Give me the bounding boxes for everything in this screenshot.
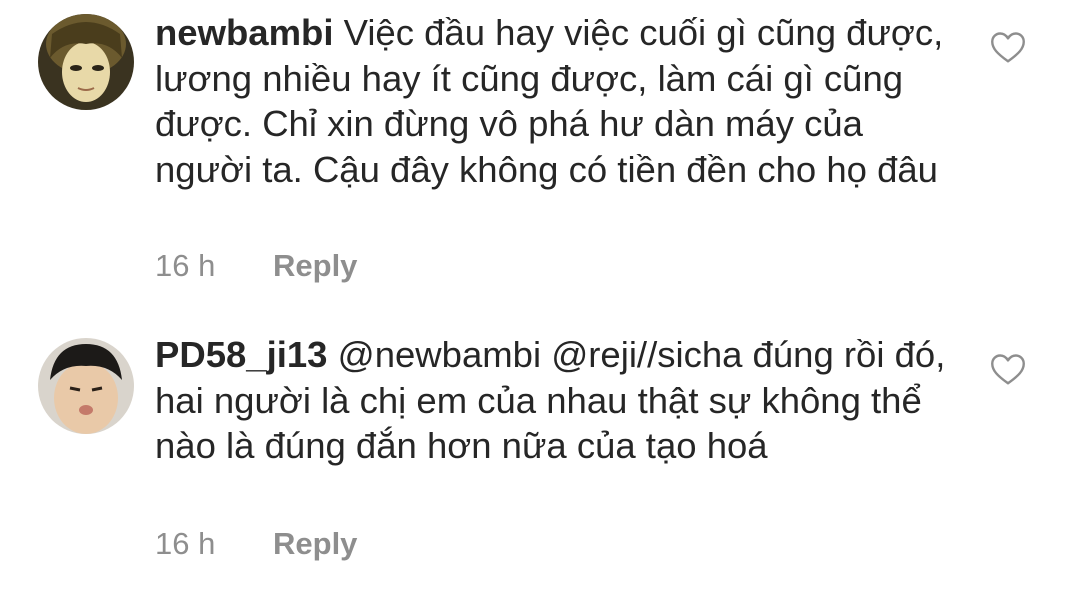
avatar[interactable]	[38, 338, 134, 434]
comment-meta: 16 h Reply	[155, 526, 357, 562]
comment-timestamp: 16 h	[155, 526, 216, 561]
reply-button[interactable]: Reply	[273, 248, 357, 283]
comment-text-block: newbambi Việc đầu hay việc cuối gì cũng …	[155, 10, 955, 192]
heart-outline-icon	[991, 354, 1025, 385]
like-button[interactable]	[990, 352, 1026, 386]
comment-username[interactable]: newbambi	[155, 12, 333, 53]
comment-meta: 16 h Reply	[155, 248, 357, 284]
comment-timestamp: 16 h	[155, 248, 216, 283]
avatar-icon	[38, 338, 134, 434]
reply-button[interactable]: Reply	[273, 526, 357, 561]
like-button[interactable]	[990, 30, 1026, 64]
avatar-icon	[38, 14, 134, 110]
comment-text-block: PD58_ji13 @newbambi @reji//sicha đúng rồ…	[155, 332, 955, 469]
heart-outline-icon	[991, 32, 1025, 63]
comment-username[interactable]: PD58_ji13	[155, 334, 327, 375]
avatar[interactable]	[38, 14, 134, 110]
